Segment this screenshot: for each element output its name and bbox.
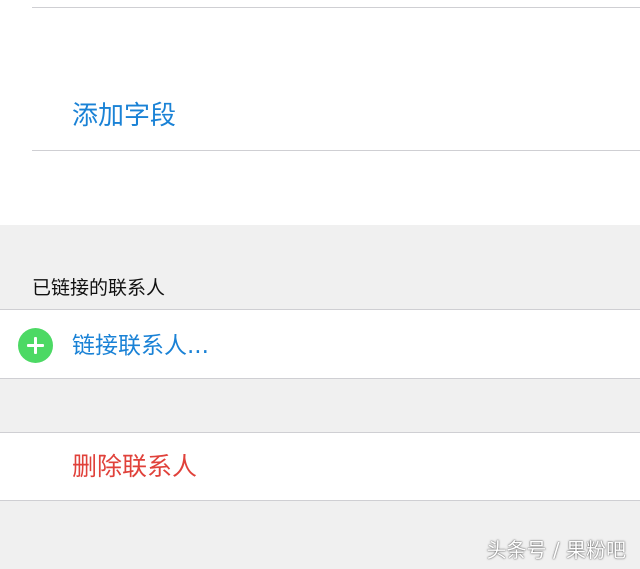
linked-contacts-header: 已链接的联系人 (32, 277, 166, 299)
plus-circle-icon[interactable] (18, 328, 53, 363)
watermark-text: 头条号 / 果粉吧 (486, 538, 626, 562)
separator (0, 432, 640, 433)
separator (0, 378, 640, 379)
add-field-button[interactable]: 添加字段 (72, 97, 176, 135)
separator (32, 7, 640, 8)
link-contact-button[interactable]: 链接联系人... (72, 329, 209, 363)
separator (0, 309, 640, 310)
delete-contact-button[interactable]: 删除联系人 (72, 449, 197, 485)
separator (32, 150, 640, 151)
separator (0, 500, 640, 501)
